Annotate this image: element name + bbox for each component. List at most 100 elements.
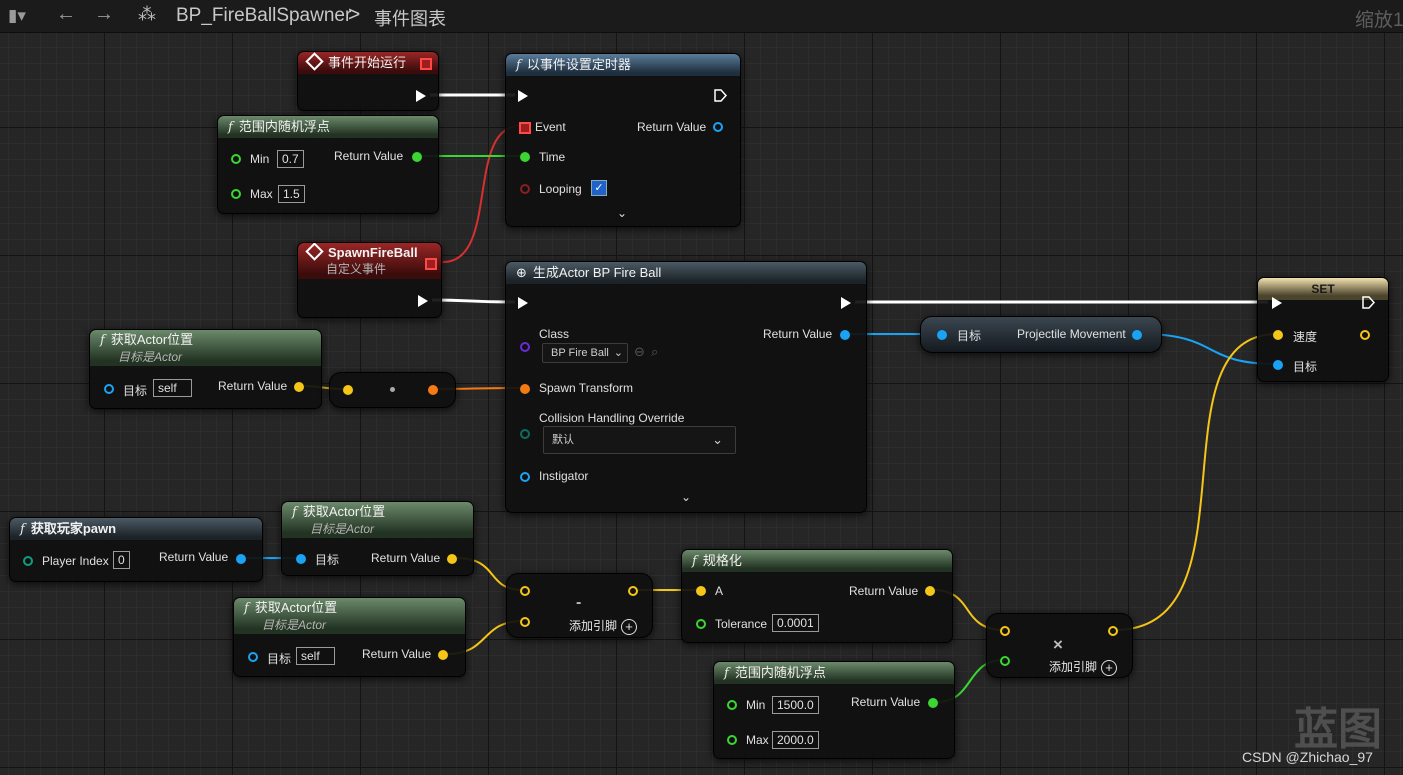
graph-name-breadcrumb[interactable]: 事件图表	[374, 5, 446, 31]
exec-input-pin[interactable]	[518, 90, 528, 102]
class-input-pin[interactable]	[520, 342, 530, 352]
expand-chevron-icon[interactable]: ⌄	[681, 490, 691, 504]
back-arrow-icon[interactable]: ←	[56, 3, 76, 26]
a-input-pin[interactable]	[696, 586, 706, 596]
exec-output-pin[interactable]	[418, 295, 428, 307]
function-icon: f	[100, 333, 105, 348]
collision-handling-pin[interactable]	[520, 429, 530, 439]
looping-checkbox[interactable]: ✓	[591, 180, 607, 196]
projectile-movement-getter-node[interactable]: 目标 Projectile Movement	[920, 316, 1162, 353]
spawn-transform-pin[interactable]	[520, 384, 530, 394]
time-input-pin[interactable]	[520, 152, 530, 162]
exec-output-pin[interactable]	[416, 90, 426, 102]
a-input-pin[interactable]	[520, 586, 530, 596]
node-header: f 获取Actor位置 目标是Actor	[90, 330, 321, 366]
min-input-pin[interactable]	[231, 154, 241, 164]
delegate-output-pin[interactable]	[420, 58, 432, 70]
spawn-fireball-custom-event-node[interactable]: SpawnFireBall 自定义事件	[297, 242, 442, 318]
return-value-pin[interactable]	[925, 586, 935, 596]
get-actor-location-node[interactable]: f 获取Actor位置 目标是Actor 目标 Return Value	[281, 501, 474, 576]
tolerance-input-pin[interactable]	[696, 619, 706, 629]
node-title: 事件开始运行	[328, 55, 407, 70]
set-timer-by-event-node[interactable]: f 以事件设置定时器 Event Return Value Time Loopin…	[505, 53, 741, 227]
max-input-pin[interactable]	[727, 735, 737, 745]
bookmark-icon[interactable]: ▮▾	[8, 6, 26, 26]
looping-input-pin[interactable]	[520, 184, 530, 194]
vector-multiply-node[interactable]: × 添加引脚 +	[986, 613, 1133, 678]
speed-output-pin[interactable]	[1360, 330, 1370, 340]
blueprint-name-breadcrumb[interactable]: BP_FireBallSpawner	[176, 5, 351, 27]
target-input-pin[interactable]	[248, 652, 258, 662]
exec-wire	[431, 298, 516, 304]
target-pin-label: 目标	[1293, 360, 1318, 374]
random-float-in-range-node[interactable]: f 范围内随机浮点 Min 1500.0 Return Value Max 200…	[713, 661, 955, 759]
b-input-pin[interactable]	[520, 617, 530, 627]
return-value-pin[interactable]	[438, 650, 448, 660]
set-speed-node[interactable]: SET 速度 目标	[1257, 277, 1389, 382]
vector-input-pin[interactable]	[343, 385, 353, 395]
event-delegate-pin[interactable]	[519, 122, 531, 134]
delegate-output-pin[interactable]	[425, 258, 437, 270]
exec-output-pin[interactable]	[841, 297, 851, 309]
player-index-field[interactable]: 0	[113, 551, 130, 569]
add-pin-button[interactable]: 添加引脚 +	[1049, 658, 1118, 676]
get-actor-location-node[interactable]: f 获取Actor位置 目标是Actor 目标 self Return Value	[233, 597, 466, 677]
exec-input-pin[interactable]	[518, 297, 528, 309]
add-pin-button[interactable]: 添加引脚 +	[569, 617, 638, 635]
min-value-field[interactable]: 0.7	[277, 150, 304, 168]
projectile-movement-output-pin[interactable]	[1132, 330, 1142, 340]
a-input-pin[interactable]	[1000, 626, 1010, 636]
target-input-pin[interactable]	[104, 384, 114, 394]
target-input-pin[interactable]	[1273, 360, 1283, 370]
b-input-pin[interactable]	[1000, 656, 1010, 666]
player-index-pin[interactable]	[23, 556, 33, 566]
transform-output-pin[interactable]	[428, 385, 438, 395]
expand-chevron-icon[interactable]: ⌄	[617, 206, 627, 220]
return-value-label: Return Value	[362, 647, 432, 661]
return-value-pin[interactable]	[928, 698, 938, 708]
target-input-pin[interactable]	[937, 330, 947, 340]
return-value-pin[interactable]	[236, 554, 246, 564]
node-header: f 获取Actor位置 目标是Actor	[234, 598, 465, 634]
get-player-pawn-node[interactable]: f 获取玩家pawn Player Index 0 Return Value	[9, 517, 263, 582]
min-value-field[interactable]: 1500.0	[772, 696, 819, 714]
result-output-pin[interactable]	[1108, 626, 1118, 636]
use-selected-icon[interactable]: ⊖	[634, 344, 645, 360]
get-actor-location-node[interactable]: f 获取Actor位置 目标是Actor 目标 self Return Value	[89, 329, 322, 409]
return-value-pin[interactable]	[447, 554, 457, 564]
spawn-actor-node[interactable]: ⊕ 生成Actor BP Fire Ball Class BP Fire Ball…	[505, 261, 867, 513]
exec-output-pin[interactable]	[714, 89, 727, 102]
return-value-label: Return Value	[334, 149, 404, 163]
vector-to-transform-conversion-node[interactable]	[329, 372, 456, 408]
vector-subtract-node[interactable]: - 添加引脚 +	[506, 573, 653, 638]
tolerance-value-field[interactable]: 0.0001	[772, 614, 819, 632]
random-float-in-range-node[interactable]: f 范围内随机浮点 Min 0.7 Return Value Max 1.5	[217, 115, 439, 214]
normalize-node[interactable]: f 规格化 A Return Value Tolerance 0.0001	[681, 549, 953, 643]
max-value-field[interactable]: 2000.0	[772, 731, 819, 749]
max-value-field[interactable]: 1.5	[278, 185, 305, 203]
return-value-pin[interactable]	[412, 152, 422, 162]
instigator-pin[interactable]	[520, 472, 530, 482]
node-header: ⊕ 生成Actor BP Fire Ball	[506, 262, 866, 284]
exec-output-pin[interactable]	[1362, 296, 1375, 309]
event-diamond-icon	[305, 243, 324, 261]
forward-arrow-icon[interactable]: →	[94, 3, 114, 26]
class-dropdown[interactable]: BP Fire Ball ⌄	[542, 343, 628, 363]
browse-search-icon[interactable]: ⌕	[651, 344, 658, 360]
return-value-pin[interactable]	[840, 330, 850, 340]
speed-input-pin[interactable]	[1273, 330, 1283, 340]
a-pin-label: A	[715, 584, 724, 598]
target-value-field[interactable]: self	[296, 647, 335, 665]
target-input-pin[interactable]	[296, 554, 306, 564]
target-value-field[interactable]: self	[153, 379, 192, 397]
max-input-pin[interactable]	[231, 189, 241, 199]
min-input-pin[interactable]	[727, 700, 737, 710]
looping-pin-label: Looping	[539, 182, 582, 196]
exec-input-pin[interactable]	[1272, 297, 1282, 309]
return-value-pin[interactable]	[713, 122, 723, 132]
collision-handling-dropdown[interactable]: 默认 ⌄	[543, 426, 736, 454]
begin-play-node[interactable]: 事件开始运行	[297, 51, 439, 111]
node-subtitle: 目标是Actor	[262, 618, 327, 632]
result-output-pin[interactable]	[628, 586, 638, 596]
return-value-pin[interactable]	[294, 382, 304, 392]
